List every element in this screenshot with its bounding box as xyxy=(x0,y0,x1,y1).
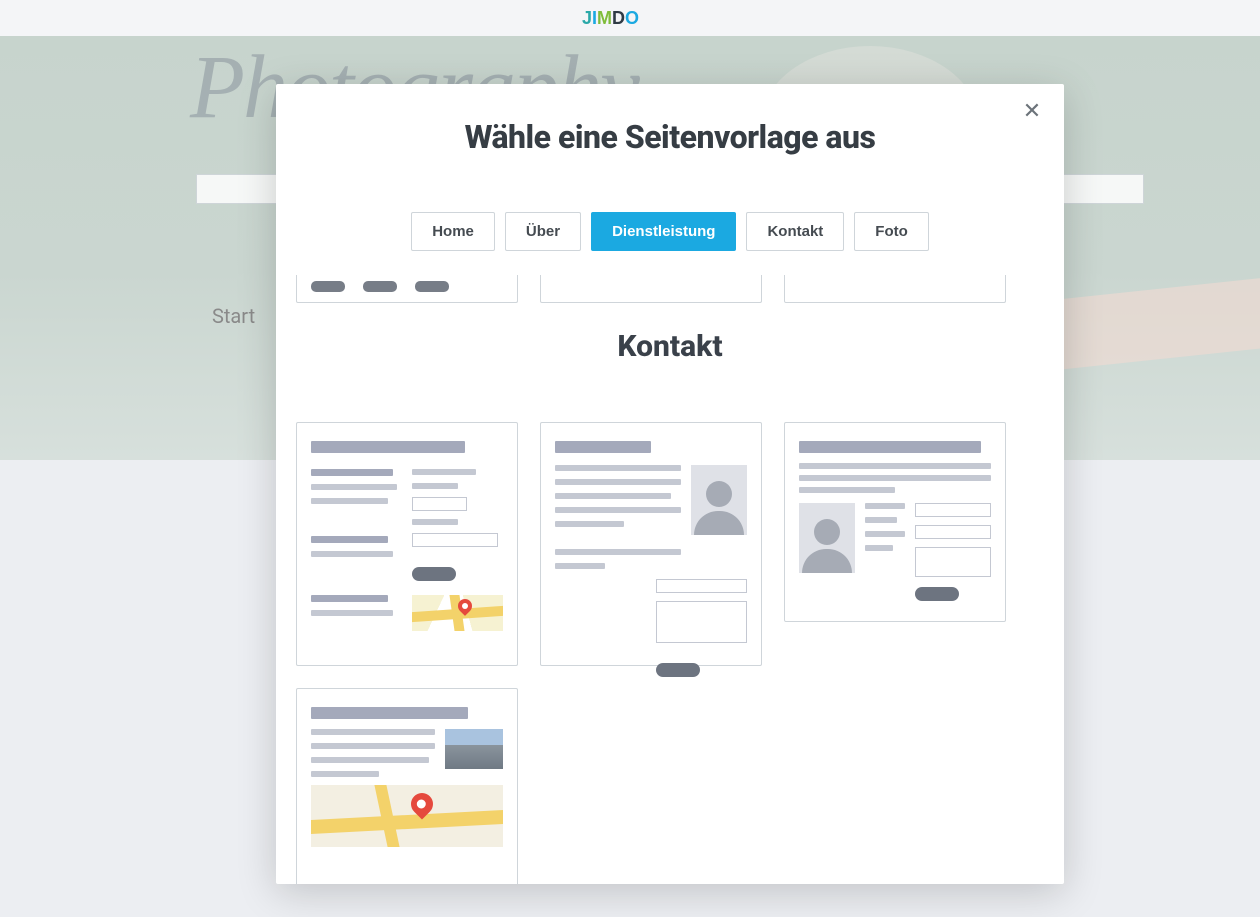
svg-text:JIMDO: JIMDO xyxy=(582,8,639,28)
avatar-placeholder-icon xyxy=(691,465,747,535)
tab-foto[interactable]: Foto xyxy=(854,212,928,251)
jimdo-logo: JIMDO xyxy=(582,7,678,29)
tab-dienstleistung[interactable]: Dienstleistung xyxy=(591,212,736,251)
nav-start[interactable]: Start xyxy=(212,304,255,328)
template-card[interactable] xyxy=(296,275,518,303)
category-tabs: Home Über Dienstleistung Kontakt Foto xyxy=(276,212,1064,251)
kontakt-templates xyxy=(296,422,1044,884)
section-title-kontakt: Kontakt xyxy=(296,329,1044,364)
template-card[interactable] xyxy=(296,688,518,884)
tab-kontakt[interactable]: Kontakt xyxy=(746,212,844,251)
city-photo-icon xyxy=(445,729,503,769)
template-scroll-area[interactable]: Kontakt xyxy=(276,275,1064,884)
template-card[interactable] xyxy=(784,275,1006,303)
previous-section-tail xyxy=(296,275,1044,303)
modal-title: Wähle eine Seitenvorlage aus xyxy=(276,118,1064,156)
tab-ueber[interactable]: Über xyxy=(505,212,581,251)
template-card[interactable] xyxy=(784,422,1006,622)
template-card[interactable] xyxy=(540,275,762,303)
template-modal: ✕ Wähle eine Seitenvorlage aus Home Über… xyxy=(276,84,1064,884)
template-card[interactable] xyxy=(540,422,762,666)
map-placeholder-icon xyxy=(311,785,503,847)
close-icon[interactable]: ✕ xyxy=(1018,98,1046,126)
tab-home[interactable]: Home xyxy=(411,212,495,251)
avatar-placeholder-icon xyxy=(799,503,855,573)
top-bar: JIMDO xyxy=(0,0,1260,36)
template-card[interactable] xyxy=(296,422,518,666)
